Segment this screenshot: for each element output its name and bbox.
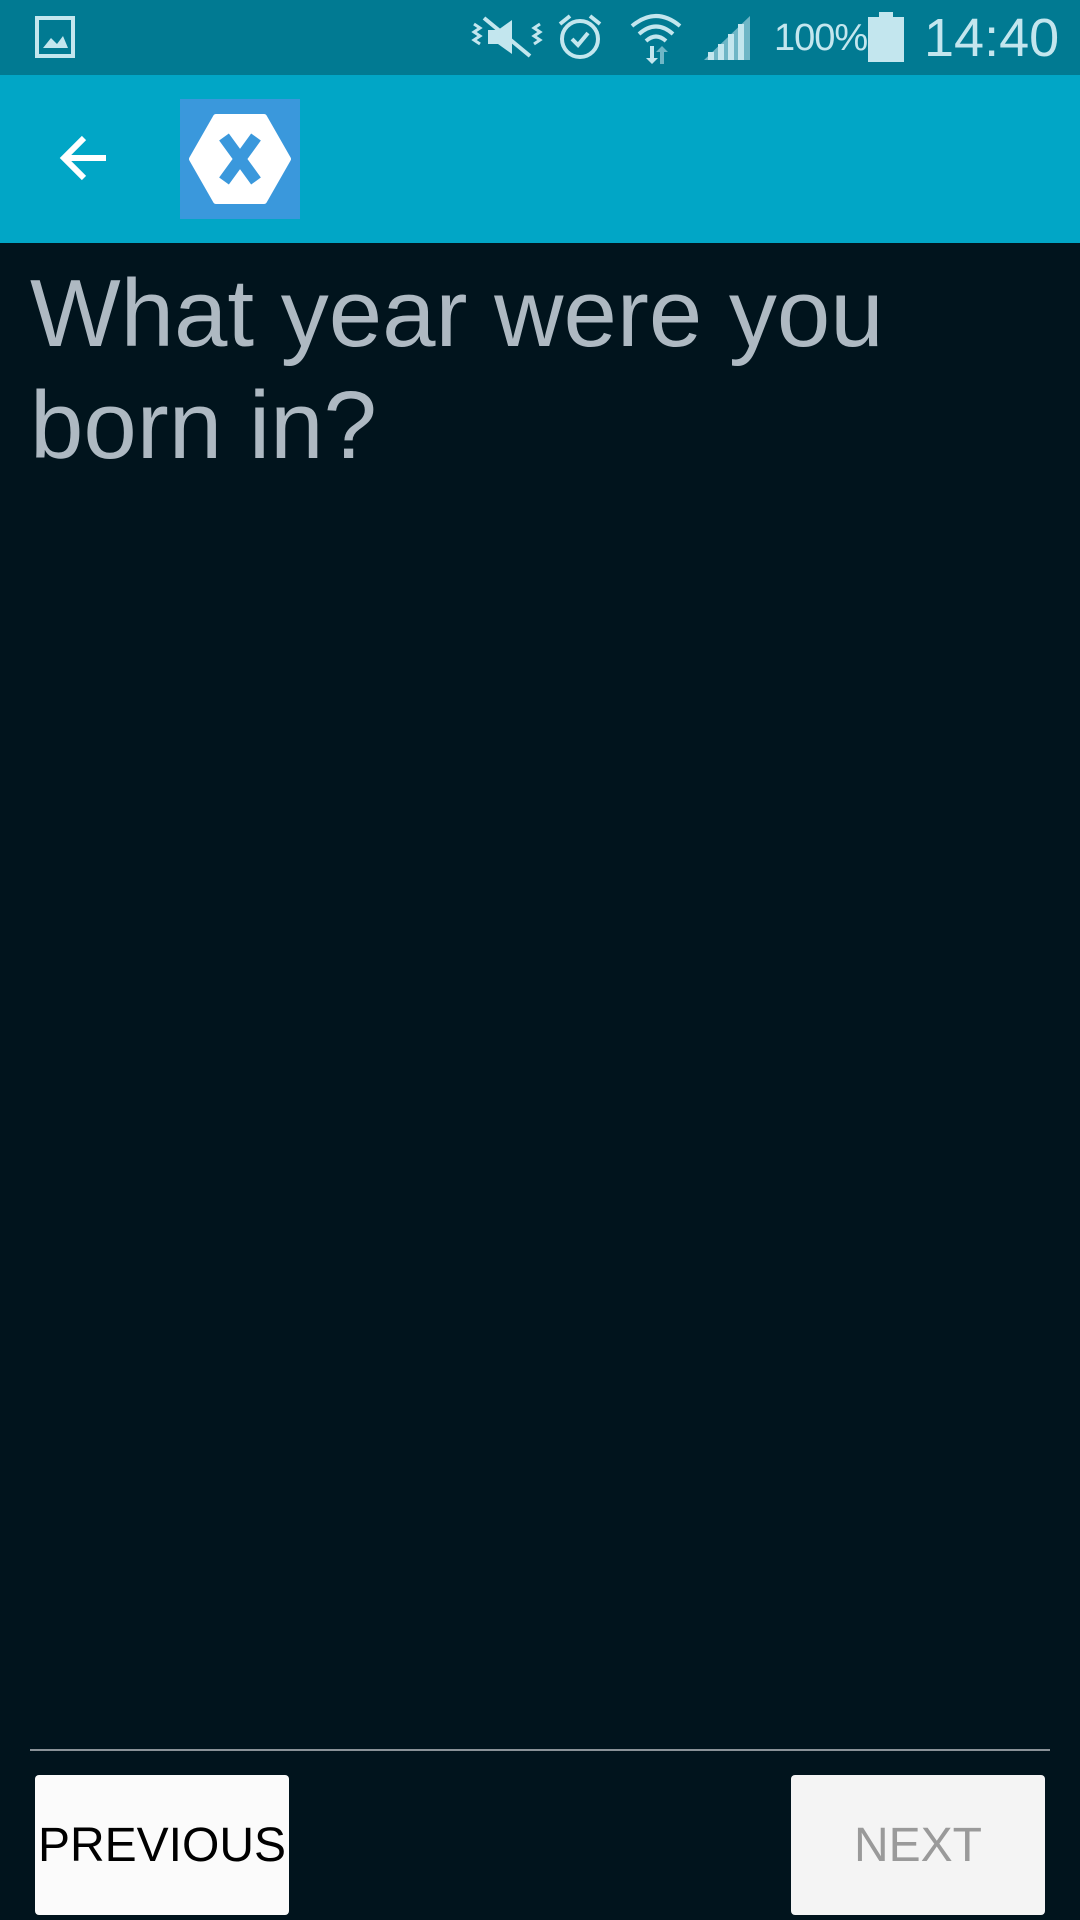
alarm-icon (558, 14, 602, 59)
question-text: What year were you born in? (30, 260, 884, 479)
wifi-icon (630, 14, 682, 64)
battery-icon (868, 12, 904, 62)
mute-vibrate-icon (471, 16, 543, 58)
app-bar (0, 75, 1080, 243)
status-clock: 14:40 (924, 8, 1060, 68)
gallery-notification-icon (35, 16, 75, 58)
divider (30, 1749, 1050, 1751)
xamarin-logo-icon (180, 99, 300, 219)
previous-button[interactable]: PREVIOUS (35, 1775, 289, 1915)
next-button[interactable]: NEXT (791, 1775, 1045, 1915)
battery-percent: 100% (774, 17, 868, 59)
screen: 100% 14:40 What year were you born in? P… (0, 0, 1080, 1920)
signal-icon (704, 16, 750, 60)
back-arrow-icon[interactable] (50, 123, 120, 193)
status-bar: 100% 14:40 (0, 0, 1080, 75)
